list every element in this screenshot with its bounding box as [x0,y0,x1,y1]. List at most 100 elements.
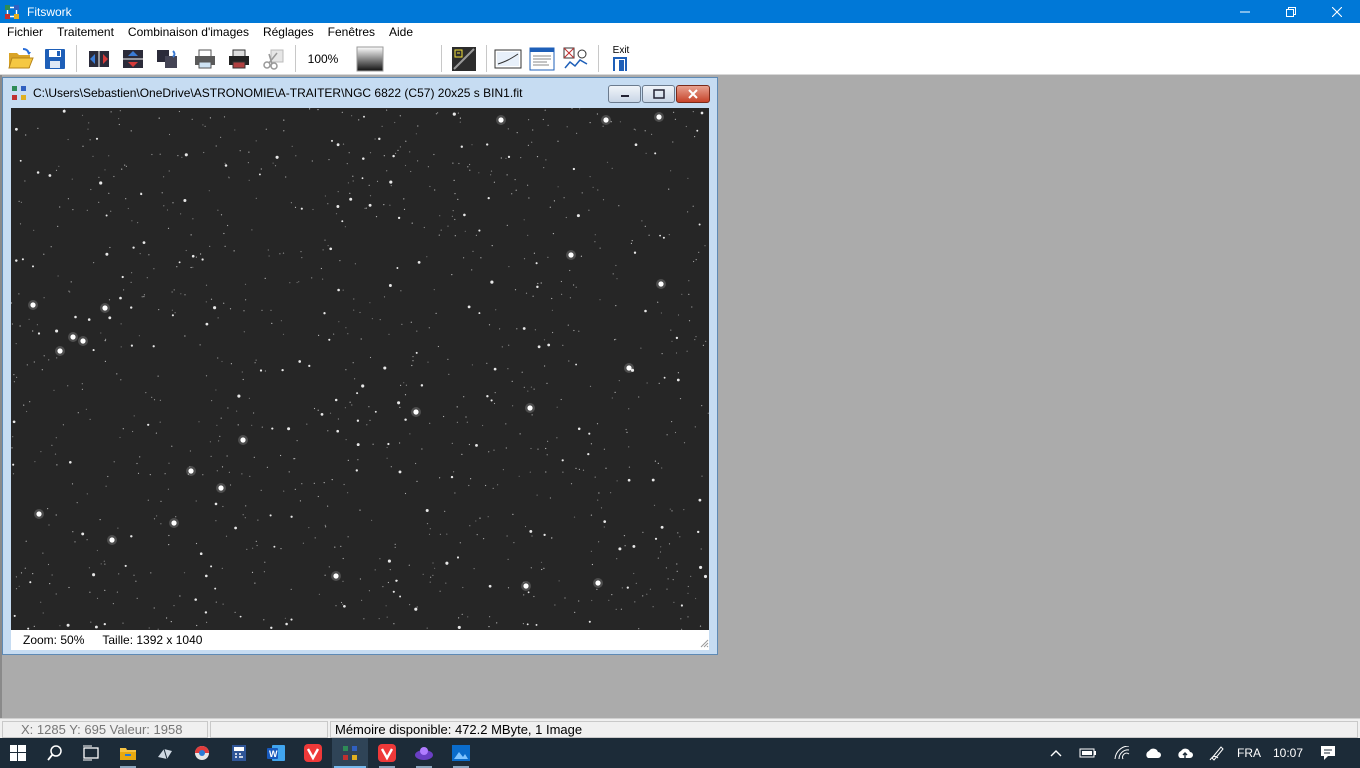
wifi-button[interactable] [1110,738,1134,768]
image-window-statusbar: Zoom: 50% Taille: 1392 x 1040 [11,630,709,650]
app-icon [158,748,172,760]
flip-horizontal-icon [89,51,109,67]
rotate-button[interactable] [153,45,181,73]
menu-fenetres[interactable]: Fenêtres [321,23,382,42]
taskbar-colorful-app[interactable] [184,738,220,768]
exit-icon [613,57,627,71]
clock[interactable]: 10:07 [1270,738,1306,768]
analysis-icon [563,47,588,69]
chevron-up-icon [1050,750,1062,757]
close-icon [1332,6,1342,17]
menu-combinaison-images[interactable]: Combinaison d'images [121,23,256,42]
gradient-button[interactable] [356,45,384,73]
task-view-icon [83,745,99,761]
taskbar-word[interactable]: W [258,738,294,768]
scissors-icon [263,49,284,70]
cut-button[interactable] [259,45,287,73]
minimize-icon [620,95,629,97]
menu-aide[interactable]: Aide [382,23,420,42]
file-explorer-icon [120,748,136,760]
start-button[interactable] [0,738,36,768]
print-dark-button[interactable] [225,45,253,73]
taskbar-file-explorer[interactable] [110,738,146,768]
open-button[interactable] [7,45,35,73]
purple-app-icon [415,747,433,760]
fitswork-doc-icon [12,86,26,100]
rotate-icon [157,50,177,68]
maximize-icon [652,89,665,99]
taskbar-app[interactable] [147,738,183,768]
flip-horizontal-button[interactable] [85,45,113,73]
taskbar-vivaldi[interactable] [295,738,331,768]
taskbar-fitswork[interactable] [332,738,368,768]
task-view-button[interactable] [73,738,109,768]
language-text: FRA [1237,746,1261,760]
memory-status: Mémoire disponible: 472.2 MByte, 1 Image [330,721,1358,738]
main-statusbar: X: 1285 Y: 695 Valeur: 1958 Mémoire disp… [0,718,1360,738]
fitswork-taskbar-icon [343,746,357,760]
onedrive-icon [1146,748,1161,758]
pen-button[interactable] [1205,738,1229,768]
toolbar-separator [441,45,442,72]
window-title: Fitswork [27,4,72,19]
empty-status [210,721,328,738]
image-close-button[interactable] [676,85,710,103]
exit-button[interactable]: Exit [605,45,637,73]
header-button[interactable] [528,45,556,73]
taskbar-vivaldi-open[interactable] [369,738,405,768]
wifi-icon [1114,746,1130,760]
minimize-button[interactable] [1222,0,1268,23]
gradient-icon [356,46,384,72]
cloud-upload-icon [1178,748,1193,758]
toolbar-separator [295,45,296,72]
windows-start-icon [10,745,26,761]
flip-vertical-icon [123,50,143,68]
histogram-button[interactable] [450,45,478,73]
colorful-app-icon [195,746,209,760]
print-button[interactable] [191,45,219,73]
image-minimize-button[interactable] [608,85,641,103]
taskbar-purple-app[interactable] [406,738,442,768]
open-folder-icon [8,48,34,69]
graph-button[interactable] [494,45,522,73]
image-maximize-button[interactable] [642,85,675,103]
menu-reglages[interactable]: Réglages [256,23,321,42]
pen-icon [1209,746,1224,761]
toolbar: 100% Exit [0,42,1360,75]
onedrive-button[interactable] [1140,738,1166,768]
taskbar-photos[interactable] [443,738,479,768]
image-window[interactable]: C:\Users\Sebastien\OneDrive\ASTRONOMIE\A… [2,77,718,655]
language-indicator[interactable]: FRA [1234,738,1264,768]
svg-text:W: W [269,749,278,759]
close-button[interactable] [1314,0,1360,23]
restore-button[interactable] [1268,0,1314,23]
exit-label: Exit [612,45,630,56]
analysis-button[interactable] [562,45,590,73]
taskbar-calculator[interactable] [221,738,257,768]
show-hidden-icons-button[interactable] [1044,738,1068,768]
restore-icon [1286,6,1296,17]
battery-button[interactable] [1075,738,1101,768]
word-icon: W [267,745,285,761]
starfield-image[interactable] [11,108,709,630]
toolbar-separator [486,45,487,72]
menu-traitement[interactable]: Traitement [50,23,121,42]
minimize-icon [1240,11,1250,12]
action-center-button[interactable] [1312,738,1344,768]
flip-vertical-button[interactable] [119,45,147,73]
zoom-100-button[interactable]: 100% [305,45,341,73]
main-titlebar[interactable]: Fitswork [0,0,1360,23]
photos-icon [452,745,470,761]
histogram-icon [452,47,476,71]
star-field [11,108,709,630]
search-button[interactable] [37,738,73,768]
windows-taskbar: W FRA 10:07 [0,738,1360,768]
memory-text: Mémoire disponible: 472.2 MByte, 1 Image [335,722,583,737]
coordinates-status: X: 1285 Y: 695 Valeur: 1958 [2,721,208,738]
graph-icon [494,49,522,69]
menu-fichier[interactable]: Fichier [0,23,50,42]
save-button[interactable] [41,45,69,73]
cloud-upload-button[interactable] [1172,738,1198,768]
resize-grip-icon[interactable] [699,638,709,648]
battery-icon [1079,748,1096,758]
